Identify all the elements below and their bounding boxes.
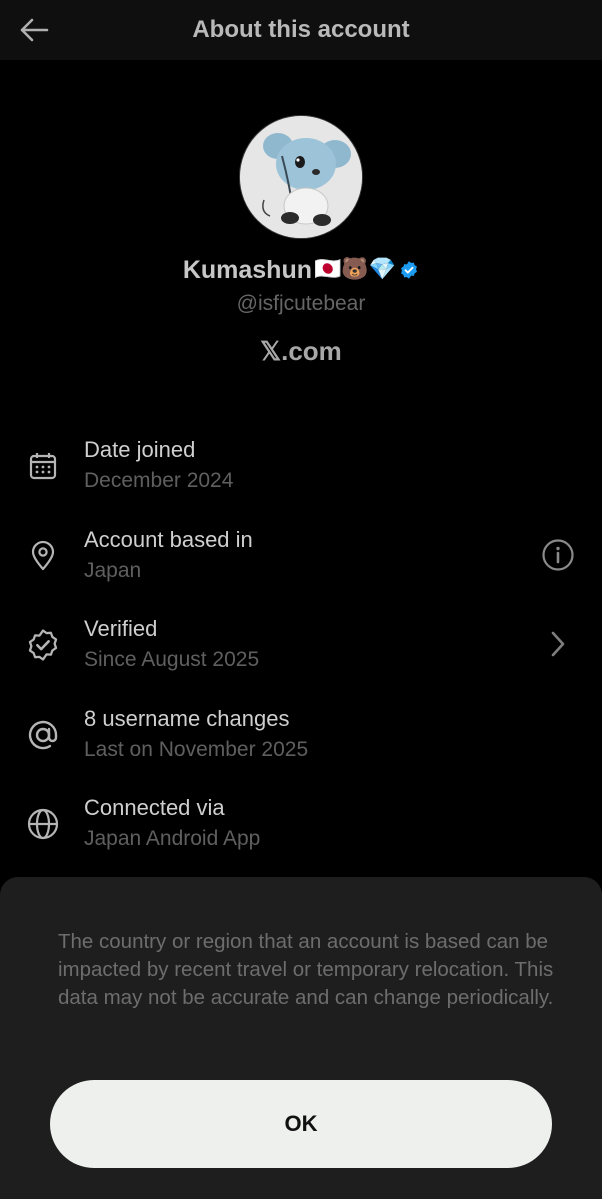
row-subtitle: December 2024 (84, 469, 234, 492)
page-title: About this account (192, 16, 410, 43)
row-title: Verified (84, 616, 158, 641)
info-icon[interactable] (540, 537, 576, 573)
row-subtitle: Last on November 2025 (84, 738, 309, 761)
location-notice-text: The country or region that an account is… (58, 930, 554, 1009)
row-date-joined: Date joined December 2024 (0, 435, 602, 505)
ok-button[interactable]: OK (50, 1080, 552, 1168)
row-username-changes: 8 username changes Last on November 2025 (0, 704, 602, 774)
avatar[interactable] (239, 115, 363, 239)
row-subtitle: Japan (84, 559, 142, 582)
chevron-right-icon[interactable] (540, 626, 576, 662)
row-title: Date joined (84, 437, 196, 462)
display-name: Kumashun (182, 256, 312, 284)
globe-icon (24, 805, 62, 843)
row-connected-via: Connected via Japan Android App (0, 793, 602, 863)
back-button[interactable] (14, 10, 54, 50)
site-label: 𝕏.com (260, 336, 342, 366)
at-sign-icon (24, 716, 62, 754)
row-title: Connected via (84, 795, 225, 820)
arrow-left-icon (19, 18, 49, 42)
row-title: 8 username changes (84, 706, 290, 731)
display-name-row: Kumashun🇯🇵🐻💎 (0, 256, 602, 285)
row-subtitle: Since August 2025 (84, 648, 260, 671)
verified-checkmark-icon (399, 260, 419, 280)
row-account-based-in: Account based in Japan (0, 525, 602, 595)
row-verified[interactable]: Verified Since August 2025 (0, 614, 602, 684)
calendar-icon (24, 447, 62, 485)
top-bar: About this account (0, 0, 602, 60)
location-pin-icon (24, 537, 62, 575)
name-emojis: 🇯🇵🐻💎 (314, 256, 397, 281)
row-title: Account based in (84, 527, 253, 552)
username-handle: @isfjcutebear (236, 292, 366, 315)
row-subtitle: Japan Android App (84, 827, 261, 850)
verified-badge-icon (24, 626, 62, 664)
